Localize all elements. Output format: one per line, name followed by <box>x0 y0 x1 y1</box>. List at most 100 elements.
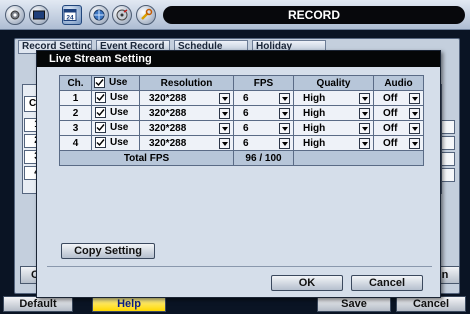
table-row: 3 Use 320*288 6 High Off <box>59 120 424 136</box>
fps-select[interactable]: 6 <box>233 135 294 151</box>
chevron-down-icon[interactable] <box>409 122 420 134</box>
header-resolution: Resolution <box>139 75 234 91</box>
use-checkbox[interactable] <box>95 107 106 119</box>
bg-dropdown-1[interactable] <box>441 120 455 134</box>
total-fps-value: 96 / 100 <box>233 150 294 166</box>
header-fps: FPS <box>233 75 294 91</box>
chevron-down-icon[interactable] <box>359 122 370 134</box>
table-row: 4 Use 320*288 6 High Off <box>59 135 424 151</box>
calendar-icon[interactable]: 24 <box>62 5 82 25</box>
chevron-down-icon[interactable] <box>219 107 230 119</box>
table-header: Ch. Use Resolution FPS Quality Audio <box>59 75 424 91</box>
default-button[interactable]: Default <box>3 296 73 312</box>
use-label: Use <box>110 122 129 134</box>
fps-select[interactable]: 6 <box>233 105 294 121</box>
chevron-down-icon[interactable] <box>409 137 420 149</box>
use-checkbox[interactable] <box>95 92 106 104</box>
total-fps-label: Total FPS <box>59 150 234 166</box>
audio-select[interactable]: Off <box>373 90 424 106</box>
chevron-down-icon[interactable] <box>279 122 290 134</box>
row-ch: 4 <box>59 135 92 151</box>
quality-select[interactable]: High <box>293 120 374 136</box>
chevron-down-icon[interactable] <box>279 137 290 149</box>
chevron-down-icon[interactable] <box>409 92 420 104</box>
chevron-down-icon[interactable] <box>359 92 370 104</box>
row-use[interactable]: Use <box>91 90 140 106</box>
use-label: Use <box>110 137 129 149</box>
cancel-button[interactable]: Cancel <box>396 296 466 312</box>
resolution-select[interactable]: 320*288 <box>139 135 234 151</box>
resolution-value: 320*288 <box>149 137 187 149</box>
dialog-title: Live Stream Setting <box>37 51 440 67</box>
header-use[interactable]: Use <box>91 75 140 91</box>
table-row: 2 Use 320*288 6 High Off <box>59 105 424 121</box>
quality-select[interactable]: High <box>293 105 374 121</box>
fps-value: 6 <box>243 137 249 149</box>
bg-dropdown-3[interactable] <box>441 152 455 166</box>
bg-dropdown-4[interactable] <box>441 168 455 182</box>
chevron-down-icon[interactable] <box>279 107 290 119</box>
header-use-label: Use <box>109 77 128 89</box>
dialog-cancel-button[interactable]: Cancel <box>351 275 423 291</box>
copy-setting-button[interactable]: Copy Setting <box>61 243 155 259</box>
total-empty <box>293 150 424 166</box>
resolution-value: 320*288 <box>149 92 187 104</box>
row-ch: 2 <box>59 105 92 121</box>
header-ch: Ch. <box>59 75 92 91</box>
chevron-down-icon[interactable] <box>409 107 420 119</box>
use-all-checkbox[interactable] <box>94 77 105 89</box>
live-stream-table: Ch. Use Resolution FPS Quality Audio 1 U… <box>59 75 424 166</box>
header-audio: Audio <box>373 75 424 91</box>
chevron-down-icon[interactable] <box>219 137 230 149</box>
tools-icon[interactable] <box>136 5 156 25</box>
ok-button[interactable]: OK <box>271 275 343 291</box>
audio-select[interactable]: Off <box>373 135 424 151</box>
use-checkbox[interactable] <box>95 137 106 149</box>
audio-value: Off <box>383 92 398 104</box>
fps-value: 6 <box>243 107 249 119</box>
fps-select[interactable]: 6 <box>233 120 294 136</box>
display-icon[interactable] <box>29 5 49 25</box>
quality-select[interactable]: High <box>293 90 374 106</box>
resolution-value: 320*288 <box>149 107 187 119</box>
quality-value: High <box>303 92 326 104</box>
use-label: Use <box>110 92 129 104</box>
save-button[interactable]: Save <box>317 296 391 312</box>
resolution-value: 320*288 <box>149 122 187 134</box>
resolution-select[interactable]: 320*288 <box>139 120 234 136</box>
resolution-select[interactable]: 320*288 <box>139 90 234 106</box>
row-use[interactable]: Use <box>91 120 140 136</box>
settings-icon[interactable] <box>5 5 25 25</box>
quality-value: High <box>303 107 326 119</box>
audio-value: Off <box>383 137 398 149</box>
live-stream-dialog: Live Stream Setting Ch. Use Resolution F… <box>36 50 441 298</box>
fps-value: 6 <box>243 92 249 104</box>
chevron-down-icon[interactable] <box>359 107 370 119</box>
window-title: RECORD <box>163 6 465 24</box>
row-use[interactable]: Use <box>91 105 140 121</box>
audio-select[interactable]: Off <box>373 120 424 136</box>
fps-select[interactable]: 6 <box>233 90 294 106</box>
top-toolbar: 24 RECORD <box>0 0 470 30</box>
bg-dropdown-2[interactable] <box>441 136 455 150</box>
chevron-down-icon[interactable] <box>279 92 290 104</box>
chevron-down-icon[interactable] <box>359 137 370 149</box>
audio-value: Off <box>383 122 398 134</box>
quality-select[interactable]: High <box>293 135 374 151</box>
quality-value: High <box>303 122 326 134</box>
resolution-select[interactable]: 320*288 <box>139 105 234 121</box>
total-row: Total FPS 96 / 100 <box>59 150 424 166</box>
audio-select[interactable]: Off <box>373 105 424 121</box>
header-quality: Quality <box>293 75 374 91</box>
disk-icon[interactable] <box>112 5 132 25</box>
chevron-down-icon[interactable] <box>219 92 230 104</box>
quality-value: High <box>303 137 326 149</box>
network-icon[interactable] <box>89 5 109 25</box>
table-row: 1 Use 320*288 6 High Off <box>59 90 424 106</box>
chevron-down-icon[interactable] <box>219 122 230 134</box>
help-button[interactable]: Help <box>92 296 166 312</box>
dialog-divider <box>47 266 432 267</box>
row-use[interactable]: Use <box>91 135 140 151</box>
row-ch: 3 <box>59 120 92 136</box>
use-checkbox[interactable] <box>95 122 106 134</box>
